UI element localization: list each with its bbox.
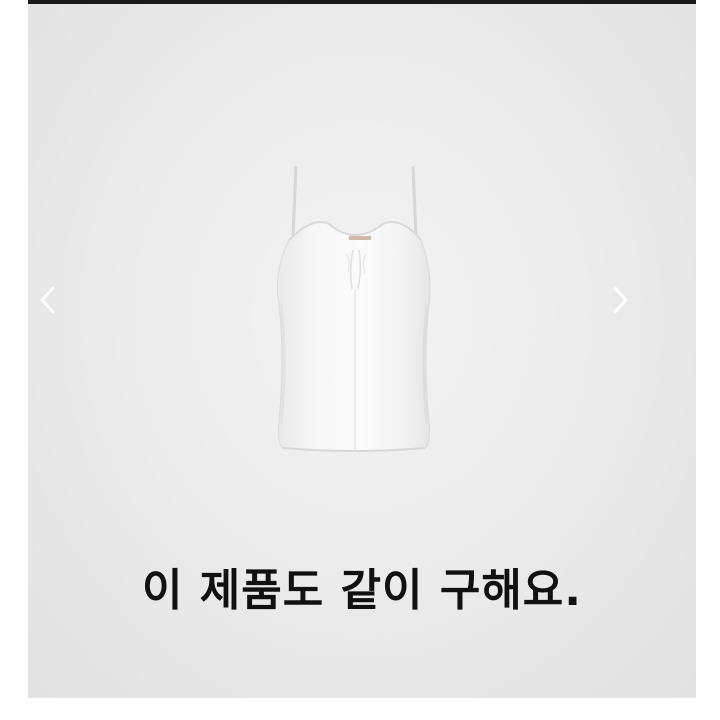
image-viewer: 이 제품도 같이 구해요. (0, 0, 720, 720)
bottom-area (0, 698, 720, 720)
chevron-right-icon (613, 286, 628, 314)
carousel-prev-button[interactable] (32, 280, 62, 320)
carousel-next-button[interactable] (606, 280, 636, 320)
caption-text: 이 제품도 같이 구해요. (142, 565, 582, 616)
camisole-top-icon (276, 165, 431, 452)
chevron-left-icon (40, 286, 55, 314)
product-photo: 이 제품도 같이 구해요. (28, 4, 696, 698)
